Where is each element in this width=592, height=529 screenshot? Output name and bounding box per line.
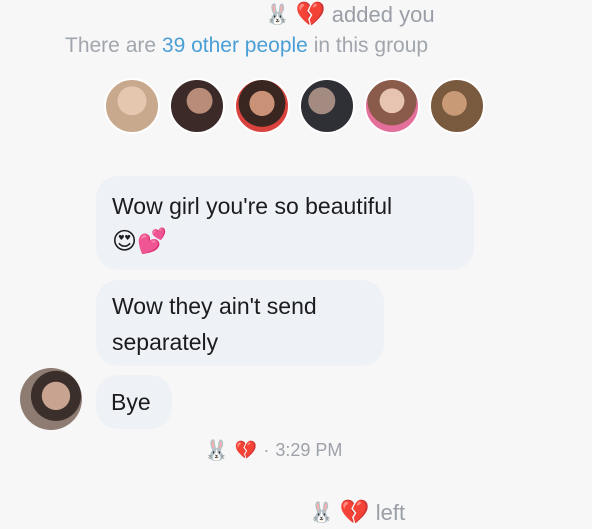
timestamp: 3:29 PM: [275, 440, 343, 460]
message-bubble[interactable]: Bye: [96, 375, 172, 429]
left-notice: 🐰 💔 left: [309, 498, 405, 527]
member-avatar[interactable]: [169, 78, 225, 134]
added-notice: 🐰 💔 added you: [265, 0, 435, 29]
member-avatar[interactable]: [104, 78, 160, 134]
bunny-icon: 🐰: [309, 502, 334, 524]
message-text: Wow girl you're so beautiful: [112, 193, 393, 219]
message-bubble[interactable]: Wow girl you're so beautiful 😍💕: [96, 176, 474, 270]
message-text: Bye: [111, 389, 151, 415]
group-info: There are 39 other people in this group: [65, 34, 428, 58]
message-bubble[interactable]: Wow they ain't send separately: [96, 280, 384, 366]
group-info-prefix: There are: [65, 34, 162, 57]
bunny-icon: 🐰: [204, 440, 229, 462]
member-avatar[interactable]: [234, 78, 290, 134]
member-avatar[interactable]: [429, 78, 485, 134]
broken-heart-icon: 💔: [295, 1, 326, 28]
member-avatar[interactable]: [364, 78, 420, 134]
group-info-suffix: in this group: [307, 34, 429, 57]
read-receipt: 🐰 💔 · 3:29 PM: [204, 438, 342, 463]
left-text: left: [375, 499, 406, 525]
timestamp-separator: ·: [263, 440, 270, 460]
other-people-link[interactable]: 39 other people: [162, 34, 308, 57]
broken-heart-icon: 💔: [234, 440, 258, 460]
bunny-icon: 🐰: [265, 4, 290, 26]
added-text: added you: [331, 1, 435, 27]
broken-heart-icon: 💔: [339, 499, 370, 526]
sender-avatar[interactable]: [20, 368, 82, 430]
message-text: Wow they ain't send separately: [112, 293, 317, 355]
heart-eyes-emoji: 😍💕: [112, 228, 167, 255]
member-avatar[interactable]: [299, 78, 355, 134]
